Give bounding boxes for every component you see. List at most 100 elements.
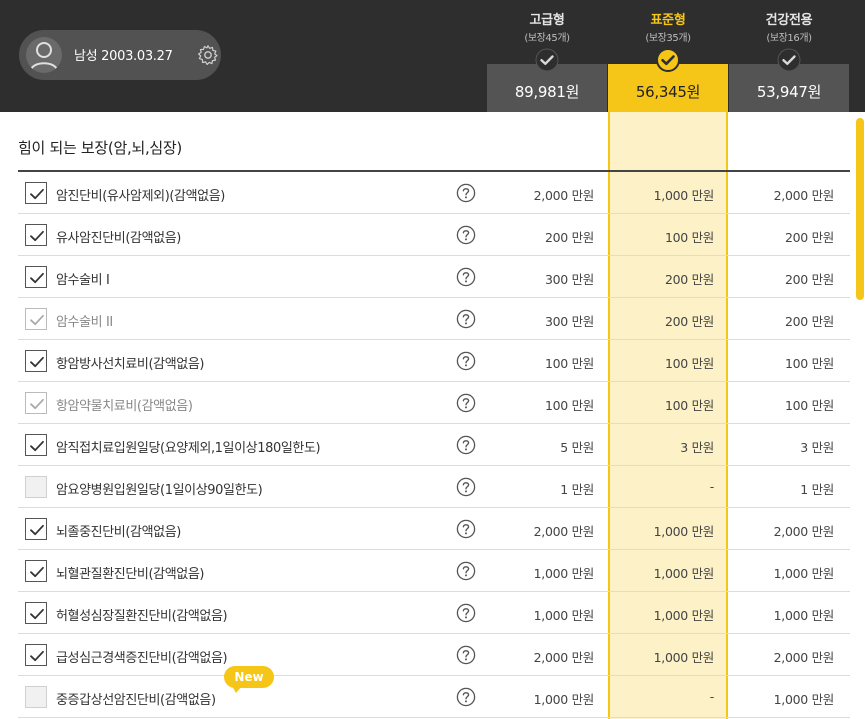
- coverage-list: 암진단비(유사암제외)(감액없음) 2,000 만원 1,000 만원 2,000 만…: [18, 172, 850, 718]
- check-circle-icon: [656, 48, 680, 72]
- coverage-amount-v1: 2,000 만원: [533, 524, 595, 539]
- coverage-amount-v1: 1,000 만원: [533, 566, 595, 581]
- coverage-amount-v1: 200 만원: [544, 230, 594, 245]
- coverage-amount-v1: 300 만원: [544, 314, 594, 329]
- check-circle-icon: [777, 48, 801, 72]
- coverage-amount-v3: 3 만원: [800, 440, 834, 455]
- coverage-row: 유사암진단비(감액없음) 200 만원 100 만원 200 만원: [18, 214, 850, 256]
- help-icon[interactable]: [456, 225, 476, 245]
- plan-price: 56,345원: [635, 83, 701, 101]
- help-icon[interactable]: [456, 183, 476, 203]
- header-bar: 남성 2003.03.27 고급형 (보장45개) 89,981원 표준형 (보…: [0, 0, 865, 112]
- help-icon[interactable]: [456, 351, 476, 371]
- coverage-checkbox[interactable]: [25, 686, 47, 708]
- coverage-amount-v3: 1,000 만원: [773, 692, 835, 707]
- profile-pill[interactable]: 남성 2003.03.27: [19, 30, 221, 80]
- coverage-amount-v3: 2,000 만원: [773, 188, 835, 203]
- help-icon[interactable]: [456, 687, 476, 707]
- coverage-amount-v2: 1,000 만원: [653, 608, 715, 623]
- coverage-amount-v2: 3 만원: [680, 440, 714, 455]
- coverage-label: 암수술비 II: [56, 315, 113, 330]
- coverage-row: 암진단비(유사암제외)(감액없음) 2,000 만원 1,000 만원 2,000 만…: [18, 172, 850, 214]
- coverage-amount-v3: 100 만원: [784, 398, 834, 413]
- coverage-checkbox[interactable]: [25, 644, 47, 666]
- help-icon[interactable]: [456, 435, 476, 455]
- coverage-amount-v3: 200 만원: [784, 314, 834, 329]
- coverage-row: 암직접치료입원일당(요양제외,1일이상180일한도) 5 만원 3 만원 3 만원: [18, 424, 850, 466]
- gear-icon[interactable]: [197, 44, 219, 66]
- help-icon[interactable]: [456, 477, 476, 497]
- scrollbar[interactable]: [856, 118, 864, 300]
- coverage-row: 급성심근경색증진단비(감액없음) 2,000 만원 1,000 만원 2,000 만원: [18, 634, 850, 676]
- plan-price: 89,981원: [514, 83, 580, 101]
- help-icon[interactable]: [456, 519, 476, 539]
- coverage-label: 급성심근경색증진단비(감액없음): [56, 651, 228, 666]
- plan-health-only[interactable]: 건강전용 (보장16개) 53,947원: [729, 0, 849, 112]
- plan-premium[interactable]: 고급형 (보장45개) 89,981원: [487, 0, 607, 112]
- coverage-checkbox[interactable]: [25, 308, 47, 330]
- profile-text: 남성 2003.03.27: [74, 49, 173, 64]
- coverage-amount-v2: -: [709, 479, 715, 494]
- plan-coverage-count: (보장45개): [524, 33, 570, 44]
- coverage-row: 중증갑상선암진단비(감액없음) New 1,000 만원 - 1,000 만원: [18, 666, 850, 718]
- coverage-amount-v1: 1,000 만원: [533, 692, 595, 707]
- coverage-amount-v3: 1,000 만원: [773, 608, 835, 623]
- coverage-amount-v2: 1,000 만원: [653, 524, 715, 539]
- coverage-label: 허혈성심장질환진단비(감액없음): [56, 609, 228, 624]
- coverage-checkbox[interactable]: [25, 392, 47, 414]
- plan-standard[interactable]: 표준형 (보장35개) 56,345원: [608, 0, 728, 112]
- coverage-row: 항암방사선치료비(감액없음) 100 만원 100 만원 100 만원: [18, 340, 850, 382]
- coverage-checkbox[interactable]: [25, 476, 47, 498]
- coverage-amount-v2: 1,000 만원: [653, 188, 715, 203]
- help-icon[interactable]: [456, 603, 476, 623]
- coverage-checkbox[interactable]: [25, 518, 47, 540]
- coverage-label: 암진단비(유사암제외)(감액없음): [56, 189, 225, 204]
- help-icon[interactable]: [456, 309, 476, 329]
- coverage-amount-v3: 2,000 만원: [773, 524, 835, 539]
- plan-coverage-count: (보장35개): [645, 33, 691, 44]
- section-title: 힘이 되는 보장(암,뇌,심장): [18, 139, 182, 157]
- coverage-checkbox[interactable]: [25, 224, 47, 246]
- coverage-label: 항암방사선치료비(감액없음): [56, 357, 205, 372]
- coverage-amount-v2: 200 만원: [664, 314, 714, 329]
- coverage-label: 암수술비 I: [56, 273, 110, 288]
- coverage-label: 유사암진단비(감액없음): [56, 231, 181, 246]
- coverage-amount-v1: 300 만원: [544, 272, 594, 287]
- coverage-row: 뇌졸중진단비(감액없음) 2,000 만원 1,000 만원 2,000 만원: [18, 508, 850, 550]
- coverage-checkbox[interactable]: [25, 434, 47, 456]
- coverage-amount-v3: 200 만원: [784, 230, 834, 245]
- coverage-row: 항암약물치료비(감액없음) 100 만원 100 만원 100 만원: [18, 382, 850, 424]
- coverage-row: 뇌혈관질환진단비(감액없음) 1,000 만원 1,000 만원 1,000 만원: [18, 550, 850, 592]
- coverage-amount-v2: 1,000 만원: [653, 566, 715, 581]
- plan-name: 건강전용: [765, 13, 813, 28]
- coverage-amount-v3: 2,000 만원: [773, 650, 835, 665]
- coverage-amount-v1: 1 만원: [560, 482, 594, 497]
- coverage-checkbox[interactable]: [25, 266, 47, 288]
- coverage-amount-v3: 1 만원: [800, 482, 834, 497]
- plan-name: 표준형: [650, 13, 686, 28]
- coverage-amount-v2: 200 만원: [664, 272, 714, 287]
- coverage-amount-v3: 1,000 만원: [773, 566, 835, 581]
- coverage-checkbox[interactable]: [25, 560, 47, 582]
- coverage-label: 암직접치료입원일당(요양제외,1일이상180일한도): [56, 441, 321, 456]
- help-icon[interactable]: [456, 267, 476, 287]
- help-icon[interactable]: [456, 393, 476, 413]
- coverage-checkbox[interactable]: [25, 350, 47, 372]
- coverage-label: 암요양병원입원일당(1일이상90일한도): [56, 483, 263, 498]
- plan-name: 고급형: [529, 13, 565, 28]
- coverage-amount-v1: 1,000 만원: [533, 608, 595, 623]
- check-circle-icon: [535, 48, 559, 72]
- coverage-checkbox[interactable]: [25, 182, 47, 204]
- coverage-amount-v1: 5 만원: [560, 440, 594, 455]
- plan-price: 53,947원: [756, 83, 822, 101]
- plan-coverage-count: (보장16개): [766, 33, 812, 44]
- help-icon[interactable]: [456, 645, 476, 665]
- coverage-amount-v2: 100 만원: [664, 356, 714, 371]
- coverage-label: 항암약물치료비(감액없음): [56, 399, 193, 414]
- coverage-checkbox[interactable]: [25, 602, 47, 624]
- coverage-row: 암수술비 II 300 만원 200 만원 200 만원: [18, 298, 850, 340]
- coverage-amount-v1: 2,000 만원: [533, 188, 595, 203]
- help-icon[interactable]: [456, 561, 476, 581]
- coverage-label: 뇌혈관질환진단비(감액없음): [56, 567, 205, 582]
- coverage-label: 중증갑상선암진단비(감액없음): [56, 693, 216, 708]
